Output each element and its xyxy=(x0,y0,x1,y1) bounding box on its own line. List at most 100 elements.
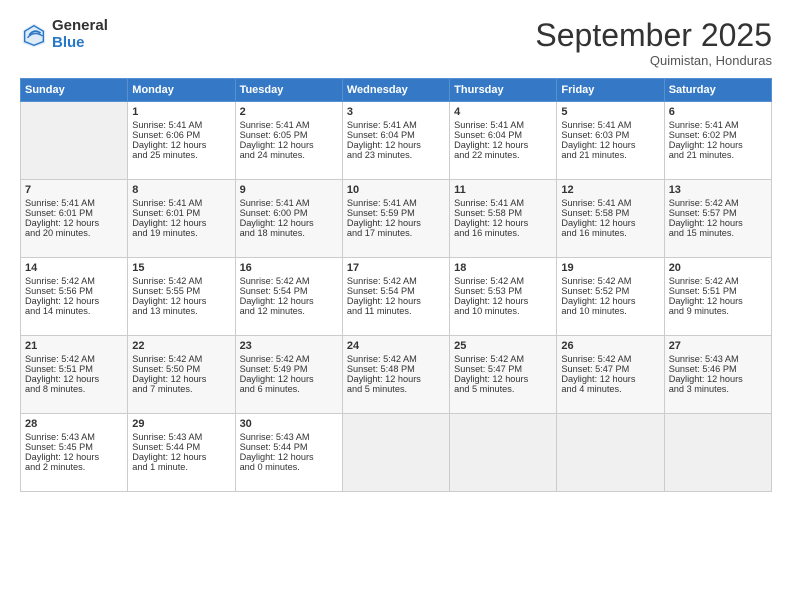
week-row-2: 7Sunrise: 5:41 AMSunset: 6:01 PMDaylight… xyxy=(21,180,772,258)
cell-5-4 xyxy=(342,414,449,492)
cell-line: Sunrise: 5:41 AM xyxy=(132,198,230,208)
day-number: 25 xyxy=(454,340,552,352)
logo: General Blue xyxy=(20,18,108,51)
cell-line: Daylight: 12 hours xyxy=(347,374,445,384)
cell-line: Sunrise: 5:42 AM xyxy=(25,354,123,364)
day-number: 23 xyxy=(240,340,338,352)
cell-line: Daylight: 12 hours xyxy=(454,296,552,306)
cell-4-5: 25Sunrise: 5:42 AMSunset: 5:47 PMDayligh… xyxy=(450,336,557,414)
week-row-5: 28Sunrise: 5:43 AMSunset: 5:45 PMDayligh… xyxy=(21,414,772,492)
day-number: 24 xyxy=(347,340,445,352)
day-number: 9 xyxy=(240,184,338,196)
cell-line: and 17 minutes. xyxy=(347,228,445,238)
cell-line: Sunset: 5:58 PM xyxy=(454,208,552,218)
cell-4-1: 21Sunrise: 5:42 AMSunset: 5:51 PMDayligh… xyxy=(21,336,128,414)
day-number: 27 xyxy=(669,340,767,352)
cell-line: and 22 minutes. xyxy=(454,150,552,160)
cell-line: Daylight: 12 hours xyxy=(25,218,123,228)
cell-line: Daylight: 12 hours xyxy=(454,218,552,228)
cell-line: Daylight: 12 hours xyxy=(25,296,123,306)
cell-line: Daylight: 12 hours xyxy=(25,452,123,462)
cell-line: Daylight: 12 hours xyxy=(132,140,230,150)
cell-line: and 21 minutes. xyxy=(561,150,659,160)
cell-line: Sunrise: 5:41 AM xyxy=(561,120,659,130)
cell-3-1: 14Sunrise: 5:42 AMSunset: 5:56 PMDayligh… xyxy=(21,258,128,336)
col-thursday: Thursday xyxy=(450,79,557,102)
cell-line: Sunset: 5:54 PM xyxy=(240,286,338,296)
cell-line: Sunset: 5:53 PM xyxy=(454,286,552,296)
cell-line: Sunset: 6:05 PM xyxy=(240,130,338,140)
cell-2-4: 10Sunrise: 5:41 AMSunset: 5:59 PMDayligh… xyxy=(342,180,449,258)
cell-line: Daylight: 12 hours xyxy=(669,374,767,384)
cell-line: Sunrise: 5:41 AM xyxy=(132,120,230,130)
cell-line: Sunset: 5:59 PM xyxy=(347,208,445,218)
cell-line: and 19 minutes. xyxy=(132,228,230,238)
logo-text: General Blue xyxy=(52,18,108,51)
cell-5-7 xyxy=(664,414,771,492)
cell-line: Sunrise: 5:41 AM xyxy=(347,198,445,208)
cell-line: Daylight: 12 hours xyxy=(132,452,230,462)
cell-line: Sunrise: 5:43 AM xyxy=(25,432,123,442)
page: General Blue September 2025 Quimistan, H… xyxy=(0,0,792,612)
day-number: 15 xyxy=(132,262,230,274)
cell-line: Daylight: 12 hours xyxy=(347,218,445,228)
day-number: 13 xyxy=(669,184,767,196)
col-monday: Monday xyxy=(128,79,235,102)
cell-1-2: 1Sunrise: 5:41 AMSunset: 6:06 PMDaylight… xyxy=(128,102,235,180)
day-number: 22 xyxy=(132,340,230,352)
cell-line: Daylight: 12 hours xyxy=(240,374,338,384)
day-number: 8 xyxy=(132,184,230,196)
day-number: 28 xyxy=(25,418,123,430)
title-section: September 2025 Quimistan, Honduras xyxy=(535,18,772,68)
cell-line: Daylight: 12 hours xyxy=(132,374,230,384)
cell-1-4: 3Sunrise: 5:41 AMSunset: 6:04 PMDaylight… xyxy=(342,102,449,180)
cell-line: Sunset: 5:47 PM xyxy=(454,364,552,374)
cell-line: Sunset: 6:04 PM xyxy=(347,130,445,140)
cell-4-6: 26Sunrise: 5:42 AMSunset: 5:47 PMDayligh… xyxy=(557,336,664,414)
day-number: 2 xyxy=(240,106,338,118)
logo-icon xyxy=(20,21,48,49)
cell-5-6 xyxy=(557,414,664,492)
cell-line: Sunrise: 5:42 AM xyxy=(347,276,445,286)
cell-line: Sunrise: 5:42 AM xyxy=(669,198,767,208)
day-number: 14 xyxy=(25,262,123,274)
cell-3-6: 19Sunrise: 5:42 AMSunset: 5:52 PMDayligh… xyxy=(557,258,664,336)
cell-line: and 8 minutes. xyxy=(25,384,123,394)
cell-line: Sunrise: 5:42 AM xyxy=(240,276,338,286)
cell-line: Sunrise: 5:43 AM xyxy=(669,354,767,364)
cell-line: Sunset: 5:44 PM xyxy=(240,442,338,452)
cell-line: and 10 minutes. xyxy=(561,306,659,316)
cell-line: Daylight: 12 hours xyxy=(132,296,230,306)
cell-line: Sunset: 5:47 PM xyxy=(561,364,659,374)
cell-1-1 xyxy=(21,102,128,180)
cell-line: and 0 minutes. xyxy=(240,462,338,472)
cell-4-2: 22Sunrise: 5:42 AMSunset: 5:50 PMDayligh… xyxy=(128,336,235,414)
cell-line: and 18 minutes. xyxy=(240,228,338,238)
cell-line: Daylight: 12 hours xyxy=(347,296,445,306)
cell-line: Daylight: 12 hours xyxy=(240,452,338,462)
cell-line: Sunrise: 5:41 AM xyxy=(347,120,445,130)
day-number: 4 xyxy=(454,106,552,118)
cell-3-3: 16Sunrise: 5:42 AMSunset: 5:54 PMDayligh… xyxy=(235,258,342,336)
cell-1-7: 6Sunrise: 5:41 AMSunset: 6:02 PMDaylight… xyxy=(664,102,771,180)
cell-line: Sunrise: 5:42 AM xyxy=(240,354,338,364)
cell-4-4: 24Sunrise: 5:42 AMSunset: 5:48 PMDayligh… xyxy=(342,336,449,414)
cell-line: Daylight: 12 hours xyxy=(669,296,767,306)
cell-line: and 3 minutes. xyxy=(669,384,767,394)
col-friday: Friday xyxy=(557,79,664,102)
cell-line: Sunset: 6:04 PM xyxy=(454,130,552,140)
logo-general-text: General xyxy=(52,18,108,35)
cell-line: and 14 minutes. xyxy=(25,306,123,316)
cell-line: and 9 minutes. xyxy=(669,306,767,316)
cell-5-3: 30Sunrise: 5:43 AMSunset: 5:44 PMDayligh… xyxy=(235,414,342,492)
cell-line: Sunrise: 5:42 AM xyxy=(561,354,659,364)
day-number: 12 xyxy=(561,184,659,196)
cell-line: Sunrise: 5:41 AM xyxy=(561,198,659,208)
cell-line: Daylight: 12 hours xyxy=(669,218,767,228)
cell-line: Sunset: 5:57 PM xyxy=(669,208,767,218)
day-number: 7 xyxy=(25,184,123,196)
cell-line: Sunset: 5:56 PM xyxy=(25,286,123,296)
cell-line: Sunset: 6:01 PM xyxy=(132,208,230,218)
cell-2-5: 11Sunrise: 5:41 AMSunset: 5:58 PMDayligh… xyxy=(450,180,557,258)
day-number: 30 xyxy=(240,418,338,430)
